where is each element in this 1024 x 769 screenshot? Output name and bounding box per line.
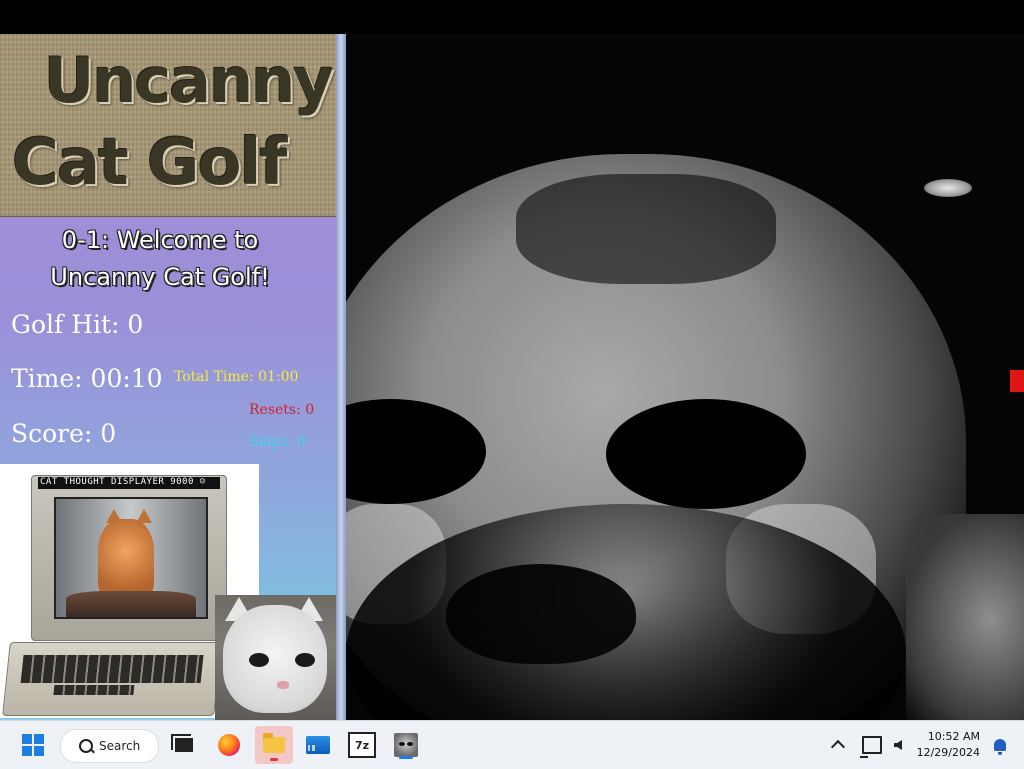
game-title-line1: Uncanny bbox=[44, 44, 334, 117]
window-top-bar bbox=[0, 0, 1024, 34]
keyboard-spacebar bbox=[53, 685, 135, 695]
monitor-label: CAT THOUGHT DISPLAYER 9000 ☺ bbox=[38, 477, 220, 489]
cat-eye bbox=[249, 653, 269, 667]
file-explorer-icon[interactable] bbox=[255, 726, 293, 764]
red-edge-marker bbox=[1010, 370, 1024, 392]
level-title: 0-1: Welcome to Uncanny Cat Golf! bbox=[50, 226, 270, 291]
skips-counter: Skips: 0 bbox=[249, 434, 306, 450]
time-counter: Time: 00:10 bbox=[11, 364, 163, 393]
white-cat-webcam-image bbox=[215, 595, 336, 720]
7zip-icon[interactable]: 7z bbox=[346, 729, 378, 761]
cat-eye bbox=[295, 653, 315, 667]
search-label: Search bbox=[99, 739, 141, 753]
chevron-up-icon[interactable] bbox=[822, 729, 854, 761]
game-viewport[interactable] bbox=[346, 34, 1024, 720]
monitor-screen-cat-image bbox=[54, 497, 208, 619]
taskbar: Search 7z 10:52 AM 12/29/2024 bbox=[0, 720, 1024, 769]
active-indicator bbox=[270, 758, 278, 761]
eye-glint bbox=[924, 179, 972, 197]
game-side-panel: Uncanny Cat Golf 0-1: Welcome to Uncanny… bbox=[0, 34, 336, 720]
cat-eye-left bbox=[346, 399, 486, 504]
screen-cat bbox=[98, 519, 154, 599]
screen-hands bbox=[66, 591, 196, 617]
monitor-app-icon[interactable] bbox=[302, 729, 334, 761]
firefox-icon[interactable] bbox=[213, 729, 245, 761]
clock-date: 12/29/2024 bbox=[916, 746, 980, 759]
cat-fur-right bbox=[906, 514, 1024, 720]
panel-divider bbox=[336, 34, 346, 720]
cat-eye-right bbox=[606, 399, 806, 509]
running-indicator bbox=[399, 756, 413, 759]
game-title-line2: Cat Golf bbox=[12, 126, 287, 200]
notification-bell-icon[interactable] bbox=[984, 729, 1016, 761]
uncanny-cat-face bbox=[346, 154, 966, 720]
system-clock[interactable]: 10:52 AM 12/29/2024 bbox=[910, 729, 980, 761]
clock-time: 10:52 AM bbox=[927, 730, 980, 743]
resets-counter: Resets: 0 bbox=[249, 402, 315, 418]
task-view-icon[interactable] bbox=[168, 729, 200, 761]
search-icon bbox=[79, 739, 93, 753]
game-title-banner: Uncanny Cat Golf bbox=[0, 34, 336, 217]
forehead-shadow bbox=[516, 174, 776, 284]
score-counter: Score: 0 bbox=[11, 419, 117, 448]
windows-start-icon[interactable] bbox=[17, 729, 49, 761]
cat-head bbox=[223, 605, 327, 713]
golf-hit-counter: Golf Hit: 0 bbox=[11, 310, 144, 339]
keyboard-keys bbox=[20, 655, 204, 683]
cat-game-icon[interactable] bbox=[390, 729, 422, 761]
taskbar-search-button[interactable]: Search bbox=[60, 729, 159, 763]
computer-keyboard bbox=[2, 642, 222, 716]
cat-nose bbox=[277, 681, 289, 689]
total-time-counter: Total Time: 01:00 bbox=[174, 369, 299, 385]
